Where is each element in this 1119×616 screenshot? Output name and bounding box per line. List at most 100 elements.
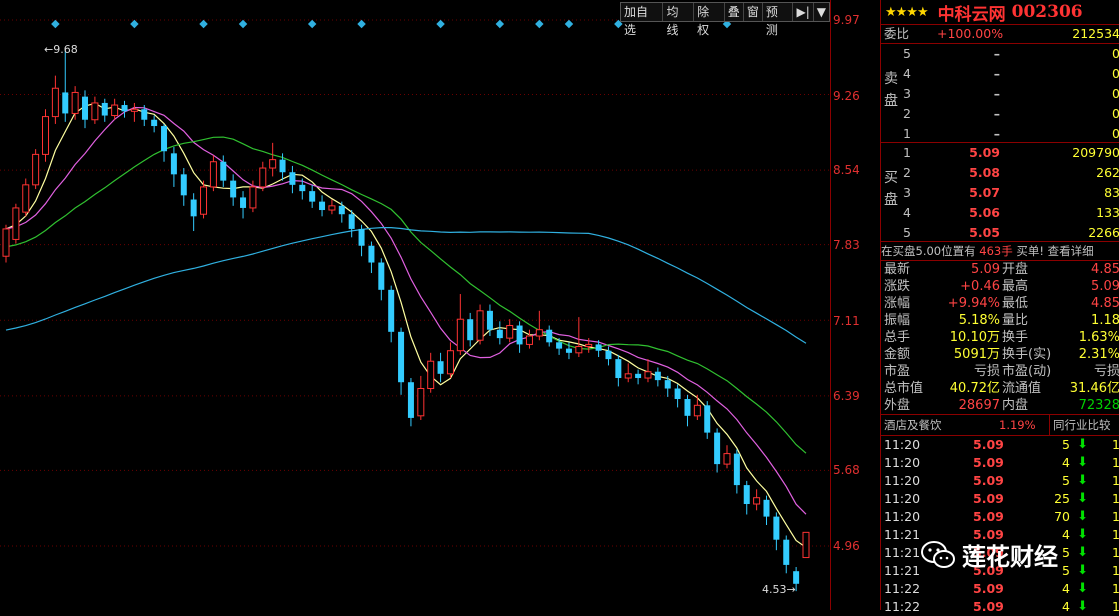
candle-body[interactable] <box>200 186 208 215</box>
candle-body[interactable] <box>635 373 642 379</box>
event-marker-icon[interactable] <box>564 19 574 29</box>
candle-body[interactable] <box>644 371 652 379</box>
notice-detail-link[interactable]: 查看详细 <box>1048 244 1094 258</box>
candle-body[interactable] <box>319 201 326 211</box>
candle-body[interactable] <box>704 405 711 433</box>
candle-body[interactable] <box>506 325 514 339</box>
event-marker-icon[interactable] <box>51 19 60 29</box>
candle-body[interactable] <box>12 207 20 240</box>
candle-body[interactable] <box>476 310 484 341</box>
candle-body[interactable] <box>674 388 681 400</box>
candle-body[interactable] <box>456 318 464 352</box>
sell-order-row[interactable]: 3 – 0 <box>881 85 1119 103</box>
candle-body[interactable] <box>802 531 810 559</box>
overlay-button[interactable]: 叠 <box>725 3 744 21</box>
candle-body[interactable] <box>783 539 790 565</box>
add-favorite-button[interactable]: 加自选 <box>621 3 664 37</box>
candle-body[interactable] <box>585 343 593 348</box>
candle-body[interactable] <box>773 516 780 540</box>
candle-body[interactable] <box>407 382 414 418</box>
event-marker-icon[interactable] <box>357 19 366 29</box>
candle-body[interactable] <box>496 329 503 339</box>
candle-body[interactable] <box>763 499 770 517</box>
candle-body[interactable] <box>151 119 158 127</box>
candle-body[interactable] <box>615 359 622 379</box>
forecast-button[interactable]: 预测 <box>763 3 794 37</box>
candle-body[interactable] <box>486 310 493 330</box>
candle-body[interactable] <box>161 126 168 152</box>
candle-body[interactable] <box>556 342 563 349</box>
event-marker-icon[interactable] <box>130 19 139 29</box>
candle-body[interactable] <box>575 346 583 354</box>
candle-body[interactable] <box>693 404 701 417</box>
event-marker-icon[interactable] <box>535 19 544 29</box>
candle-body[interactable] <box>2 228 10 257</box>
buy-order-row[interactable]: 3 5.07 83 <box>881 184 1119 202</box>
event-marker-icon[interactable] <box>436 19 445 29</box>
candle-body[interactable] <box>723 453 731 465</box>
candle-body[interactable] <box>427 360 435 390</box>
kline-chart[interactable]: ←9.68 4.53→ 加自选 均线 除权 叠 窗 预测 ▶| ▼ <box>0 0 830 610</box>
candle-body[interactable] <box>664 380 671 389</box>
candle-body[interactable] <box>338 205 345 215</box>
candle-body[interactable] <box>446 350 454 375</box>
candle-body[interactable] <box>249 186 257 209</box>
buy-order-row[interactable]: 2 5.08 262 <box>881 164 1119 182</box>
candle-body[interactable] <box>170 153 177 175</box>
candle-body[interactable] <box>42 116 50 155</box>
candle-body[interactable] <box>753 497 761 505</box>
event-marker-icon[interactable] <box>307 19 317 29</box>
candle-body[interactable] <box>309 191 316 202</box>
candle-body[interactable] <box>467 319 474 341</box>
candle-body[interactable] <box>535 329 543 337</box>
candle-body[interactable] <box>654 371 661 381</box>
candle-body[interactable] <box>71 91 79 114</box>
candle-body[interactable] <box>82 96 89 120</box>
candle-body[interactable] <box>605 350 612 360</box>
event-marker-icon[interactable] <box>495 19 505 29</box>
window-button[interactable]: 窗 <box>744 3 763 21</box>
candle-body[interactable] <box>209 161 217 188</box>
moving-average-button[interactable]: 均线 <box>663 3 695 37</box>
sell-order-row[interactable]: 1 – 0 <box>881 125 1119 143</box>
candle-body[interactable] <box>240 197 247 208</box>
candle-body[interactable] <box>91 102 99 121</box>
buy-order-row[interactable]: 1 5.09 209790 <box>881 144 1119 162</box>
buy-order-row[interactable]: 4 5.06 133 <box>881 204 1119 222</box>
buy-order-row[interactable]: 5 5.05 2266 <box>881 224 1119 242</box>
candle-body[interactable] <box>130 108 138 112</box>
candle-body[interactable] <box>230 180 237 198</box>
sell-order-row[interactable]: 2 – 0 <box>881 105 1119 123</box>
candle-body[interactable] <box>299 184 306 192</box>
candle-body[interactable] <box>525 335 533 345</box>
candle-body[interactable] <box>289 172 296 185</box>
candle-body[interactable] <box>51 87 59 118</box>
candle-body[interactable] <box>269 159 277 169</box>
candle-body[interactable] <box>378 262 385 290</box>
candle-body[interactable] <box>111 104 119 117</box>
ex-rights-button[interactable]: 除权 <box>694 3 725 37</box>
candle-body[interactable] <box>546 329 553 343</box>
candle-body[interactable] <box>279 159 286 173</box>
event-marker-icon[interactable] <box>199 19 208 29</box>
candle-body[interactable] <box>388 289 395 332</box>
candle-body[interactable] <box>348 214 355 229</box>
industry-compare-button[interactable]: 同行业比较 <box>1049 415 1111 435</box>
industry-name[interactable]: 酒店及餐饮 <box>884 415 942 435</box>
candle-body[interactable] <box>121 105 128 112</box>
candle-body[interactable] <box>62 92 69 114</box>
candle-body[interactable] <box>180 174 187 196</box>
candle-body[interactable] <box>437 361 444 374</box>
play-icon[interactable]: ▶| <box>793 3 814 21</box>
candle-body[interactable] <box>32 153 40 186</box>
sell-order-row[interactable]: 5 – 0 <box>881 45 1119 63</box>
event-marker-icon[interactable] <box>238 19 248 29</box>
tick-list[interactable]: 11:20 5.09 5 ⬇ 1 11:20 5.09 4 ⬇ 1 11:20 5.09 5 ⬇ 1 11:2… <box>881 436 1119 616</box>
sell-order-row[interactable]: 4 – 0 <box>881 65 1119 83</box>
candle-body[interactable] <box>358 228 365 246</box>
candle-body[interactable] <box>259 167 267 188</box>
candle-body[interactable] <box>101 102 108 116</box>
candle-body[interactable] <box>793 571 800 584</box>
candle-body[interactable] <box>624 373 632 379</box>
candle-body[interactable] <box>368 245 375 263</box>
